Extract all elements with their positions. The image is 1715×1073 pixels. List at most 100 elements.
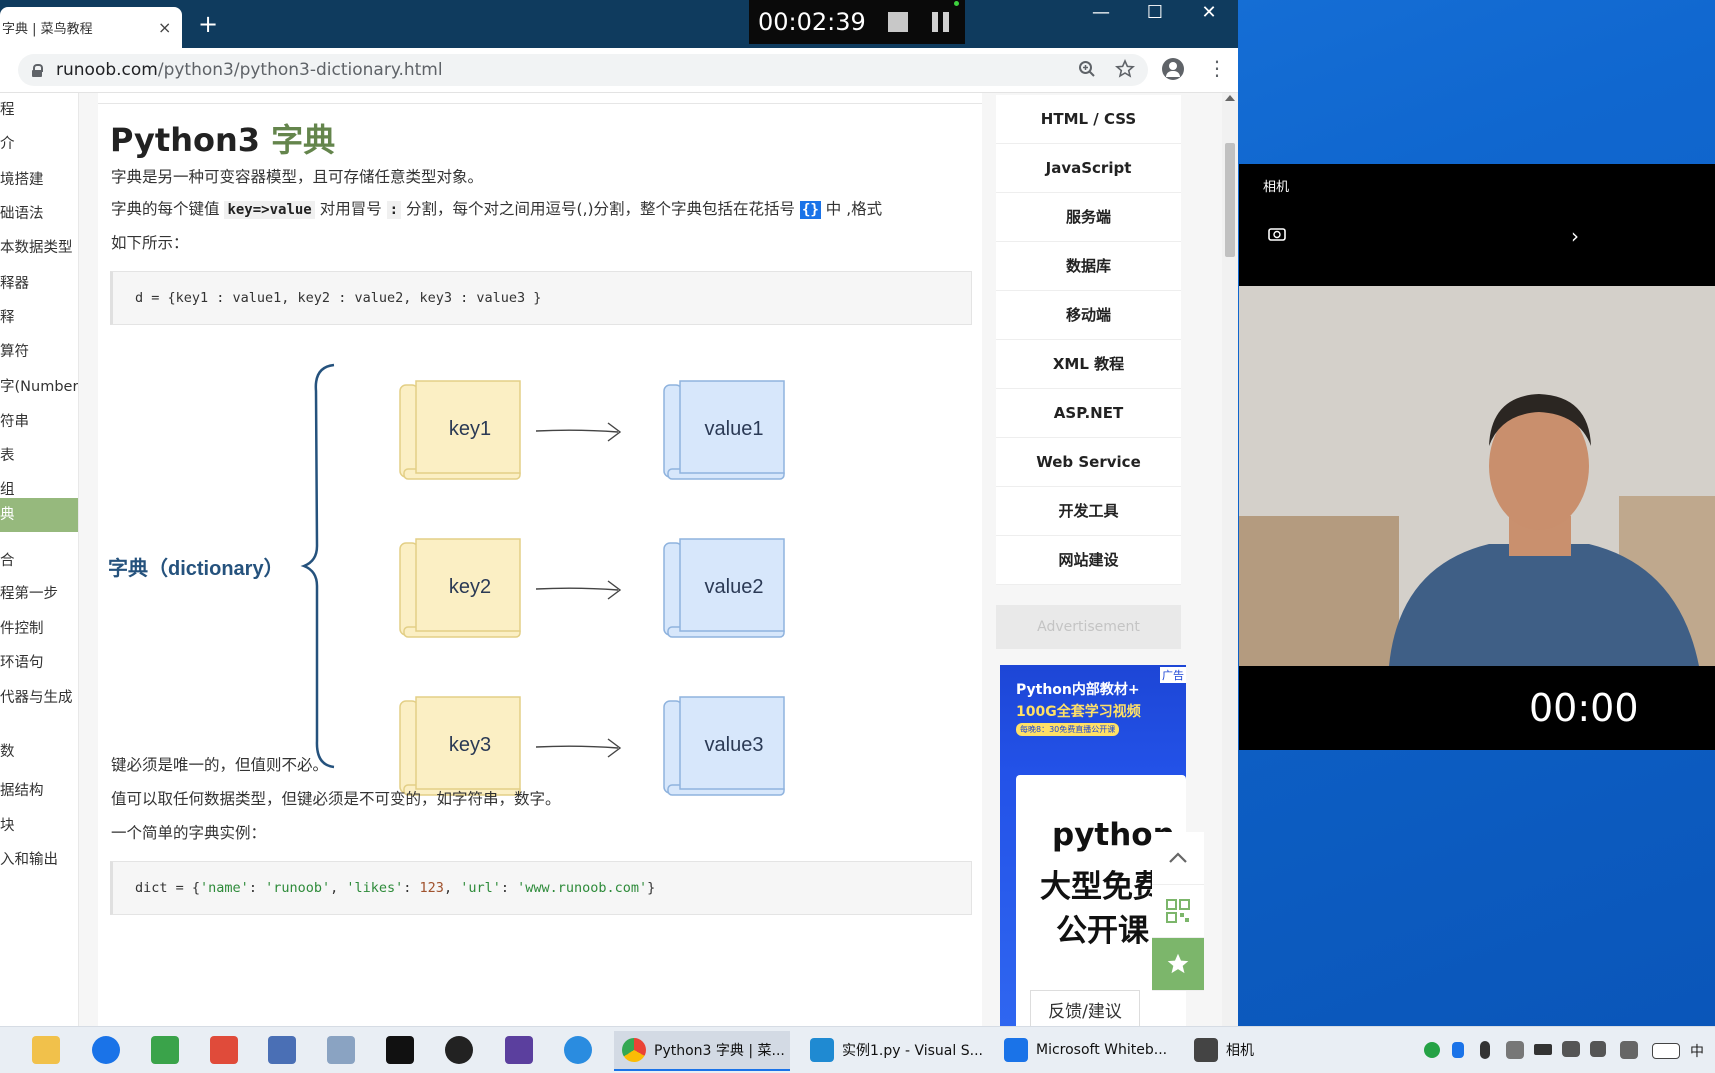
back-to-top-button[interactable]	[1152, 832, 1204, 885]
visual-studio-icon[interactable]	[505, 1036, 533, 1064]
cloud-app-icon[interactable]	[564, 1036, 592, 1064]
value-box: value3	[663, 696, 785, 796]
app-green-icon[interactable]	[151, 1036, 179, 1064]
nav-item[interactable]: 代器与生成	[0, 681, 78, 715]
zoom-icon[interactable]	[1078, 60, 1096, 78]
address-bar: runoob.com/python3/python3-dictionary.ht…	[0, 48, 1238, 93]
app-red-icon[interactable]	[210, 1036, 238, 1064]
status-tray-icon[interactable]	[1424, 1042, 1440, 1058]
diagram-label: 字典（dictionary）	[108, 556, 284, 580]
switch-camera-icon[interactable]	[1267, 224, 1287, 244]
bluetooth-icon[interactable]	[1452, 1042, 1464, 1058]
ime-indicator[interactable]: 中	[1690, 1041, 1704, 1061]
value-label: value3	[705, 734, 764, 756]
scroll-up-icon[interactable]	[1225, 95, 1235, 101]
category-link[interactable]: HTML / CSS	[996, 95, 1181, 144]
nav-item[interactable]: 符串	[0, 405, 78, 439]
edge-icon[interactable]	[92, 1036, 120, 1064]
nav-item[interactable]: 释器	[0, 267, 78, 301]
nav-item[interactable]: 释	[0, 301, 78, 335]
more-menu-icon[interactable]: ⋮	[1207, 56, 1227, 80]
qq-icon[interactable]	[445, 1036, 473, 1064]
taskbar-app-label: 相机	[1226, 1043, 1254, 1059]
nav-item[interactable]: 入和输出	[0, 843, 78, 877]
minimize-button[interactable]: —	[1078, 2, 1124, 23]
nav-item[interactable]: 环语句	[0, 646, 78, 680]
remote-desktop-icon[interactable]	[327, 1036, 355, 1064]
example-intro-paragraph: 一个简单的字典实例：	[111, 824, 267, 842]
nav-item[interactable]: 字(Number)	[0, 370, 78, 404]
category-link[interactable]: Web Service	[996, 438, 1181, 487]
pause-icon[interactable]	[931, 12, 949, 32]
category-link[interactable]: 服务端	[996, 193, 1181, 242]
nav-item[interactable]: 表	[0, 439, 78, 473]
camera-icon	[1194, 1038, 1218, 1062]
arrow	[535, 580, 622, 600]
key-label: key1	[449, 418, 491, 440]
category-link[interactable]: XML 教程	[996, 340, 1181, 389]
nav-item[interactable]: 典	[0, 498, 78, 532]
terminal-icon[interactable]	[386, 1036, 414, 1064]
taskbar-app-label: 实例1.py - Visual S...	[842, 1043, 983, 1059]
format-paragraph-end: 如下所示：	[111, 234, 189, 252]
maximize-button[interactable]: ☐	[1132, 2, 1178, 23]
browser-tab[interactable]: 字典 | 菜鸟教程 ×	[0, 7, 182, 48]
value-label: value1	[705, 418, 764, 440]
ad-line-2: 100G全套学习视频	[1016, 704, 1141, 720]
network-tool-icon[interactable]	[268, 1036, 296, 1064]
category-link[interactable]: 开发工具	[996, 487, 1181, 536]
star-icon[interactable]	[1115, 59, 1135, 79]
tab-close-icon[interactable]: ×	[158, 18, 171, 37]
code-line: d = {key1 : value1, key2 : value2, key3 …	[135, 290, 542, 306]
taskbar-app-whiteboard[interactable]: Microsoft Whiteb...	[1000, 1031, 1176, 1069]
stop-icon[interactable]	[887, 12, 908, 32]
taskbar-app-chrome[interactable]: Python3 字典 | 菜...	[614, 1031, 790, 1071]
volume-icon[interactable]	[1590, 1041, 1606, 1057]
nav-item[interactable]: 数	[0, 735, 78, 769]
taskbar-app-camera[interactable]: 相机	[1190, 1031, 1290, 1069]
file-explorer-icon[interactable]	[32, 1036, 60, 1064]
lock-icon[interactable]	[32, 64, 43, 77]
nav-item[interactable]: 件控制	[0, 612, 78, 646]
value-label: value2	[705, 576, 764, 598]
qr-code-button[interactable]	[1152, 885, 1204, 938]
profile-icon[interactable]	[1162, 58, 1184, 80]
nav-item[interactable]: 础语法	[0, 197, 78, 231]
battery-icon[interactable]	[1534, 1044, 1552, 1055]
category-link[interactable]: 移动端	[996, 291, 1181, 340]
favorite-button[interactable]	[1152, 938, 1204, 991]
chevron-right-icon[interactable]: ›	[1571, 224, 1579, 248]
key-box: key3	[399, 696, 521, 796]
security-icon[interactable]	[1506, 1041, 1524, 1059]
key-unique-paragraph: 键必须是唯一的，但值则不必。	[111, 756, 329, 774]
category-link[interactable]: 数据库	[996, 242, 1181, 291]
nav-item[interactable]: 介	[0, 127, 78, 161]
taskbar-app-vscode[interactable]: 实例1.py - Visual S...	[806, 1031, 983, 1069]
recorder-time: 00:02:39	[758, 8, 866, 36]
format-paragraph: 字典的每个键值 key=>value 对用冒号 : 分割，每个对之间用逗号(,)…	[111, 200, 883, 219]
close-button[interactable]: ✕	[1186, 2, 1232, 23]
feedback-button[interactable]: 反馈/建议	[1030, 990, 1140, 1026]
microphone-icon[interactable]	[1480, 1041, 1490, 1059]
nav-item[interactable]: 本数据类型	[0, 231, 78, 265]
nav-item[interactable]: 合	[0, 544, 78, 578]
keyboard-icon[interactable]	[1652, 1043, 1680, 1059]
nav-item[interactable]: 程第一步	[0, 577, 78, 611]
nav-item[interactable]: 程	[0, 93, 78, 127]
nav-item[interactable]: 算符	[0, 335, 78, 369]
qr-code-icon	[1166, 899, 1190, 923]
network-icon[interactable]	[1562, 1041, 1580, 1057]
url-field[interactable]: runoob.com/python3/python3-dictionary.ht…	[18, 54, 1148, 86]
new-tab-button[interactable]: +	[198, 10, 218, 38]
tab-bar: 字典 | 菜鸟教程 × + 00:02:39 — ☐ ✕	[0, 0, 1238, 48]
page-scrollbar[interactable]	[1222, 93, 1238, 1026]
nav-item[interactable]: 块	[0, 809, 78, 843]
pen-icon[interactable]	[1620, 1041, 1638, 1059]
ad-card-line-3: 公开课	[1056, 913, 1149, 949]
scroll-thumb[interactable]	[1225, 143, 1235, 257]
category-link[interactable]: ASP.NET	[996, 389, 1181, 438]
nav-item[interactable]: 据结构	[0, 774, 78, 808]
category-link[interactable]: 网站建设	[996, 536, 1181, 585]
nav-item[interactable]: 境搭建	[0, 163, 78, 197]
category-link[interactable]: JavaScript	[996, 144, 1181, 193]
